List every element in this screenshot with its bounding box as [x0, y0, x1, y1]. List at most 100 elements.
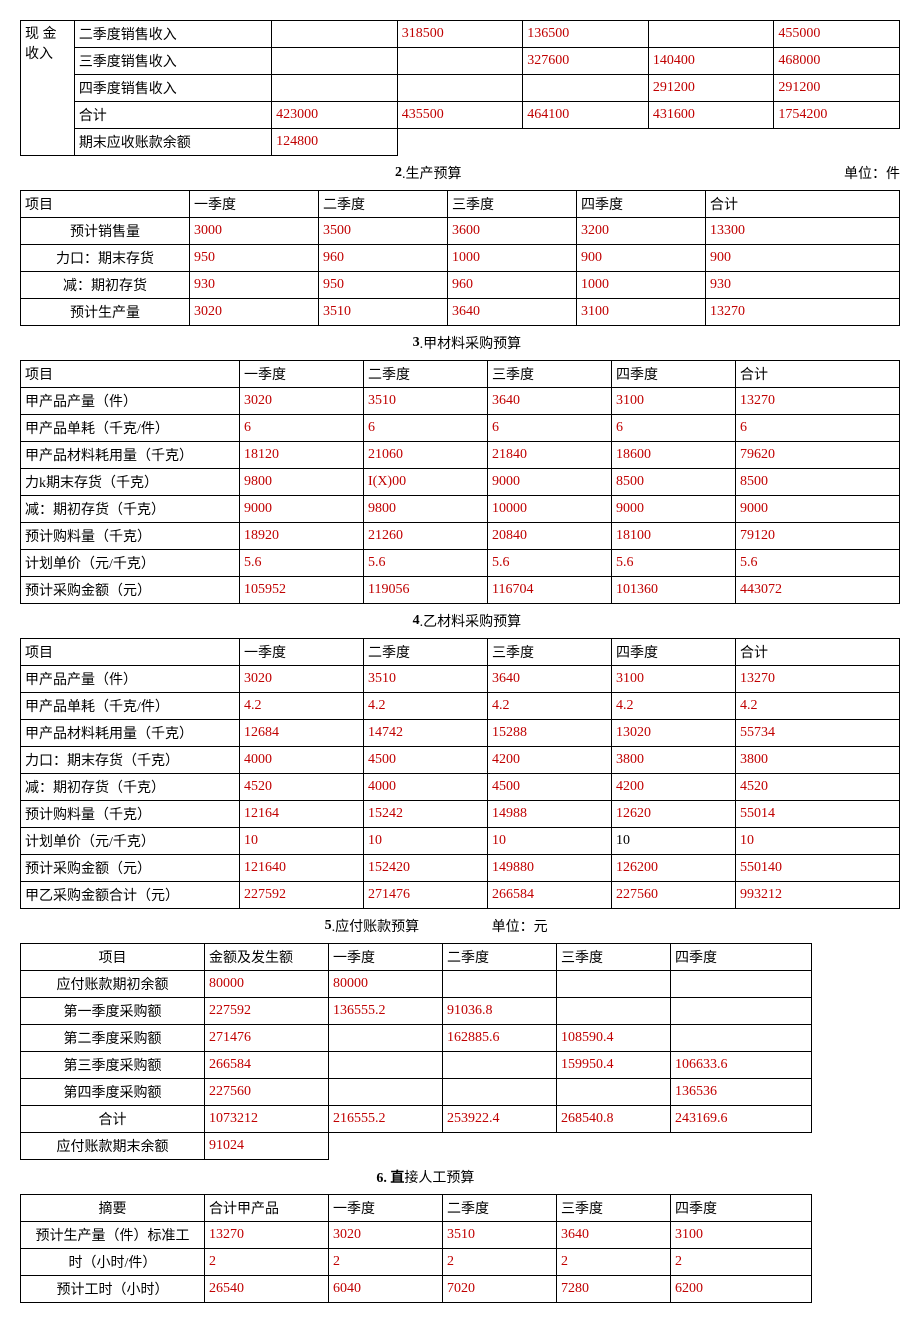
cell: 950	[319, 272, 448, 299]
col-header: 三季度	[488, 361, 612, 388]
row-label: 甲乙采购金额合计（元）	[21, 882, 240, 909]
cell: 291200	[648, 75, 774, 102]
cell: 18920	[240, 523, 364, 550]
cell: 101360	[612, 577, 736, 604]
col-header: 合计	[736, 361, 900, 388]
cell: 3640	[488, 388, 612, 415]
row-label: 计划单价（元/千克）	[21, 550, 240, 577]
cell: 124800	[272, 129, 398, 156]
title-text: 接人工预算	[404, 1162, 900, 1192]
col-header: 四季度	[577, 191, 706, 218]
cell: 119056	[364, 577, 488, 604]
cell: 15288	[488, 720, 612, 747]
title-text: .应付账款预算	[332, 911, 492, 941]
cell	[397, 48, 523, 75]
cell: 21260	[364, 523, 488, 550]
col-header: 项目	[21, 191, 190, 218]
cell: 126200	[612, 855, 736, 882]
cell: 4500	[364, 747, 488, 774]
cell: 14988	[488, 801, 612, 828]
cell: 1754200	[774, 102, 900, 129]
cell: 10	[240, 828, 364, 855]
row-label: 力口：期末存货（千克）	[21, 747, 240, 774]
cell: 10	[612, 828, 736, 855]
cell: 10	[364, 828, 488, 855]
cell: 80000	[329, 971, 443, 998]
cell: 253922.4	[443, 1106, 557, 1133]
row-label: 力k期末存货（千克）	[21, 469, 240, 496]
cash-income-table: 现 金 收入 二季度销售收入 318500 136500 455000 三季度销…	[20, 20, 900, 156]
cell: 12620	[612, 801, 736, 828]
cell: 108590.4	[557, 1025, 671, 1052]
unit-label: 单位：元	[492, 911, 900, 941]
cell: 3020	[240, 666, 364, 693]
cell	[397, 75, 523, 102]
cell: 10000	[488, 496, 612, 523]
cell	[329, 1079, 443, 1106]
col-header: 四季度	[671, 1195, 812, 1222]
title-text: .乙材料采购预算	[420, 606, 900, 636]
col-header: 合计甲产品	[205, 1195, 329, 1222]
cell: 3600	[448, 218, 577, 245]
title-6: 6. 直 接人工预算	[20, 1162, 900, 1192]
cell: 950	[190, 245, 319, 272]
col-header: 项目	[21, 944, 205, 971]
row-label: 预计购料量（千克）	[21, 801, 240, 828]
cell	[329, 1025, 443, 1052]
cell: 136500	[523, 21, 649, 48]
cell: 3000	[190, 218, 319, 245]
cell: 105952	[240, 577, 364, 604]
cell: 4520	[736, 774, 900, 801]
cell: 4200	[612, 774, 736, 801]
cell: 7280	[557, 1276, 671, 1303]
cell: 3200	[577, 218, 706, 245]
cell	[272, 75, 398, 102]
col-header: 项目	[21, 361, 240, 388]
cell: 3640	[557, 1222, 671, 1249]
cell: 159950.4	[557, 1052, 671, 1079]
col-header: 一季度	[329, 1195, 443, 1222]
cell: 960	[448, 272, 577, 299]
cell	[397, 129, 899, 156]
cell: 268540.8	[557, 1106, 671, 1133]
row-label: 甲产品材料耗用量（千克）	[21, 442, 240, 469]
col-header: 四季度	[612, 361, 736, 388]
cell: 5.6	[736, 550, 900, 577]
col-header: 合计	[736, 639, 900, 666]
row-label: 二季度销售收入	[74, 21, 271, 48]
row-label: 第一季度采购额	[21, 998, 205, 1025]
cell: 271476	[364, 882, 488, 909]
title-text: . 直	[383, 1171, 404, 1186]
cell: 13270	[205, 1222, 329, 1249]
cell: 271476	[205, 1025, 329, 1052]
cell: 20840	[488, 523, 612, 550]
title-num: 2	[372, 158, 402, 188]
cell	[272, 21, 398, 48]
cell: 993212	[736, 882, 900, 909]
cell: 136536	[671, 1079, 812, 1106]
row-label: 甲产品产量（件）	[21, 666, 240, 693]
production-budget-table: 项目 一季度 二季度 三季度 四季度 合计 预计销售量3000350036003…	[20, 190, 900, 326]
col-header: 一季度	[240, 361, 364, 388]
cell: 13020	[612, 720, 736, 747]
row-label: 三季度销售收入	[74, 48, 271, 75]
cell: 80000	[205, 971, 329, 998]
cell: 3100	[671, 1222, 812, 1249]
cell: 121640	[240, 855, 364, 882]
cell	[648, 21, 774, 48]
cell: 13270	[736, 388, 900, 415]
cell: 13300	[706, 218, 900, 245]
cell: 930	[706, 272, 900, 299]
cell: 960	[319, 245, 448, 272]
cell: 3510	[364, 388, 488, 415]
cell: 9800	[240, 469, 364, 496]
cell: 318500	[397, 21, 523, 48]
col-header: 一季度	[240, 639, 364, 666]
col-header: 二季度	[364, 639, 488, 666]
row-label: 预计生产量（件）标准工	[21, 1222, 205, 1249]
cell: 4500	[488, 774, 612, 801]
row-label: 甲产品单耗（千克/件）	[21, 415, 240, 442]
row-label: 减：期初存货（千克）	[21, 774, 240, 801]
cell	[443, 971, 557, 998]
title-4: 4 .乙材料采购预算	[20, 606, 900, 636]
